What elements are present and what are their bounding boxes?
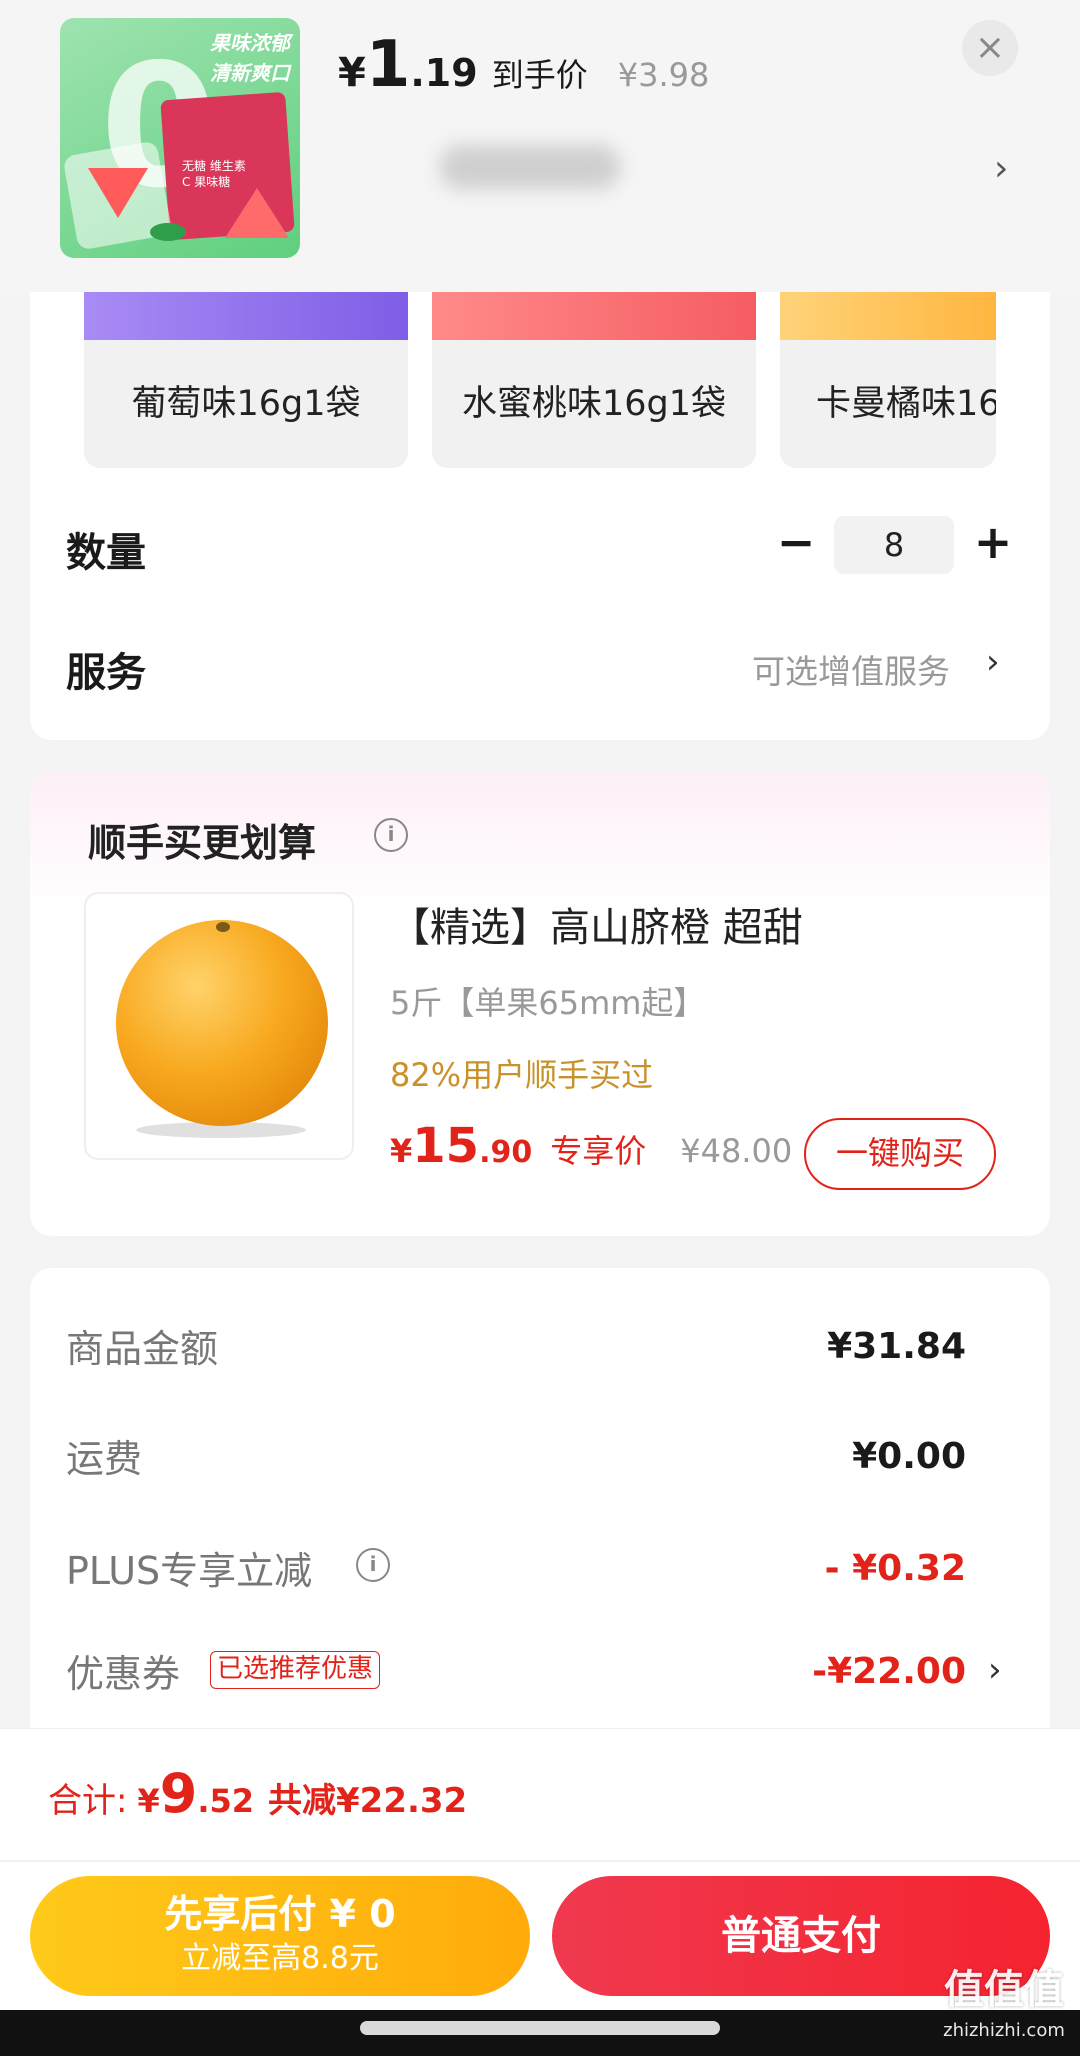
bundle-product-spec: 5斤【单果65mm起】 (390, 984, 706, 1022)
summary-value-goods-amount: ¥31.84 (827, 1326, 966, 1367)
info-icon[interactable]: i (374, 818, 408, 852)
flavor-option-peach[interactable]: 水蜜桃味16g1袋 (432, 292, 756, 468)
bundle-price-currency: ¥ (390, 1132, 413, 1170)
total-integer: 9 (159, 1762, 198, 1825)
service-label: 服务 (66, 650, 146, 696)
flavor-label: 葡萄味16g1袋 (131, 384, 361, 424)
thumbnail-watermelon-slice-2 (225, 188, 289, 238)
price-currency: ¥ (338, 50, 366, 96)
summary-value-shipping: ¥0.00 (852, 1436, 966, 1477)
service-value[interactable]: 可选增值服务 (752, 645, 950, 693)
divider (0, 1860, 1080, 1862)
thumbnail-slogan: 果味浓郁 清新爽口 (210, 28, 290, 88)
watermark-logo: 值值值 (944, 1967, 1064, 2013)
bundle-original-price: ¥48.00 (680, 1132, 793, 1170)
chevron-right-icon[interactable]: › (988, 1650, 1002, 1690)
summary-label-plus-discount: PLUS专享立减 (66, 1549, 313, 1593)
original-price: ¥3.98 (617, 56, 710, 94)
quantity-plus-button[interactable]: + (972, 512, 1014, 572)
close-icon[interactable]: × (962, 20, 1018, 76)
total-label: 合计: (48, 1781, 128, 1821)
quantity-minus-button[interactable]: − (776, 512, 816, 572)
total-currency: ¥ (137, 1782, 160, 1820)
price-decimal: .19 (410, 51, 478, 95)
bundle-product-image[interactable] (84, 892, 354, 1160)
final-price-line: ¥ 1 .19 到手价 ¥3.98 (338, 28, 710, 102)
summary-label-shipping: 运费 (66, 1437, 143, 1481)
quantity-label: 数量 (66, 530, 146, 576)
summary-value-coupon[interactable]: -¥22.00 (812, 1651, 966, 1692)
one-click-buy-button[interactable]: 一键购买 (804, 1118, 996, 1190)
thumbnail-slogan-line1: 果味浓郁 (210, 31, 290, 55)
watermark-url: zhizhizhi.com (943, 2020, 1065, 2041)
total-saved: 共减¥22.32 (268, 1781, 468, 1821)
price-integer: 1 (365, 28, 411, 102)
flavor-image (780, 292, 996, 340)
pay-later-subtitle: 立减至高8.8元 (181, 1941, 379, 1976)
thumbnail-mint-leaf (150, 223, 186, 241)
price-label: 到手价 (491, 56, 588, 94)
summary-label-coupon: 优惠券 (66, 1652, 181, 1696)
bundle-social-proof: 82%用户顺手买过 (390, 1056, 654, 1094)
pay-later-title: 先享后付 ¥ 0 (164, 1892, 396, 1936)
flavor-image (84, 292, 408, 340)
bundle-price-integer: 15 (412, 1118, 480, 1174)
thumbnail-watermelon-slice (88, 168, 148, 218)
coupon-recommended-badge: 已选推荐优惠 (210, 1651, 381, 1689)
pay-later-button[interactable]: 先享后付 ¥ 0 立减至高8.8元 (30, 1876, 530, 1996)
quantity-input[interactable]: 8 (834, 516, 954, 574)
bundle-product-title[interactable]: 【精选】高山脐橙 超甜 (390, 895, 803, 953)
summary-label-goods-amount: 商品金额 (66, 1327, 219, 1371)
orange-stem (216, 922, 230, 932)
bundle-price-label: 专享价 (550, 1132, 647, 1170)
flavor-option-grape[interactable]: 葡萄味16g1袋 (84, 292, 408, 468)
orange-fruit (116, 920, 328, 1126)
chevron-right-icon[interactable]: › (994, 148, 1008, 189)
flavor-label: 卡曼橘味16 (816, 384, 996, 424)
home-indicator[interactable] (360, 2021, 720, 2035)
flavor-option-calamansi[interactable]: 卡曼橘味16 (780, 292, 996, 468)
total-decimal: .52 (197, 1782, 254, 1820)
flavor-label: 水蜜桃味16g1袋 (461, 384, 727, 424)
summary-value-plus-discount: - ¥0.32 (824, 1548, 966, 1589)
info-icon[interactable]: i (356, 1548, 390, 1582)
chevron-right-icon[interactable]: › (986, 642, 1000, 682)
bundle-price-decimal: .90 (479, 1135, 533, 1170)
total-line: 合计: ¥ 9 .52 共减¥22.32 (48, 1762, 467, 1832)
bundle-title: 顺手买更划算 (88, 821, 317, 865)
thumbnail-slogan-line2: 清新爽口 (210, 61, 290, 85)
blurred-selection-text (440, 145, 620, 189)
flavor-image (432, 292, 756, 340)
bundle-price-line: ¥ 15 .90 专享价 ¥48.00 (390, 1118, 792, 1184)
thumbnail-pack-text: 无糖 维生素C 果味糖 (182, 159, 246, 189)
product-thumbnail[interactable]: 0 果味浓郁 清新爽口 无糖 维生素C 果味糖 (60, 18, 300, 258)
